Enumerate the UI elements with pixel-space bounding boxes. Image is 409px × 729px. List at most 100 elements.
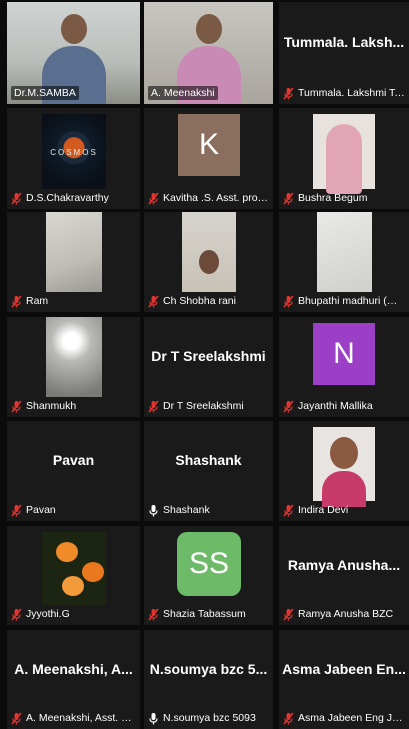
avatar-jayanthi: N xyxy=(313,323,375,385)
participant-name-bar: Dr.M.SAMBA xyxy=(11,85,136,101)
participant-name: Tummala. Lakshmi Tej... xyxy=(298,87,405,99)
participant-name: Pavan xyxy=(26,504,56,516)
participant-name: Kavitha .S. Asst. prof. P... xyxy=(163,192,269,204)
mic-muted-icon xyxy=(148,294,163,308)
participant-name: Shanmukh xyxy=(26,400,77,412)
participant-name: Asma Jabeen Eng JJ T... xyxy=(298,712,405,724)
participant-video xyxy=(46,317,102,397)
participant-tile-shanmukh[interactable]: Shanmukh xyxy=(7,317,140,417)
mic-muted-icon xyxy=(11,294,26,308)
participant-name: Ch Shobha rani xyxy=(163,295,236,307)
participant-name: Jayanthi Mallika xyxy=(298,400,373,412)
participant-tile-kavitha[interactable]: K Kavitha .S. Asst. prof. P... xyxy=(144,108,273,209)
participant-tile-chakravarthy[interactable]: COSMOS D.S.Chakravarthy xyxy=(7,108,140,209)
participant-big-name: Tummala. Laksh... xyxy=(283,34,405,50)
participant-name-bar: Shanmukh xyxy=(11,398,136,414)
mic-muted-icon xyxy=(283,191,298,205)
person-head xyxy=(326,124,362,194)
participant-name: Bhupathi madhuri (Ms... xyxy=(298,295,405,307)
participant-tile-soumya[interactable]: N.soumya bzc 5... N.soumya bzc 5093 xyxy=(144,630,273,729)
participant-tile-asma[interactable]: Asma Jabeen En... Asma Jabeen Eng JJ T... xyxy=(279,630,409,729)
participant-name: Indira Devi xyxy=(298,504,349,516)
mic-muted-icon xyxy=(283,503,298,517)
profile-picture: COSMOS xyxy=(42,114,106,189)
mic-muted-icon xyxy=(283,399,298,413)
participant-name: N.soumya bzc 5093 xyxy=(163,712,256,724)
participant-name: Shazia Tabassum xyxy=(163,608,246,620)
participant-tile-meenakshi1[interactable]: A. Meenakshi xyxy=(144,2,273,104)
participant-name: A. Meenakshi, Asst. Pro... xyxy=(26,712,136,724)
participant-tile-bhupathi[interactable]: Bhupathi madhuri (Ms... xyxy=(279,212,409,312)
mic-muted-icon xyxy=(11,503,26,517)
flower-shape xyxy=(56,542,78,562)
avatar-initials: N xyxy=(333,337,355,370)
participant-name: Bushra Begum xyxy=(298,192,368,204)
participant-name-bar: Pavan xyxy=(11,502,136,518)
participant-tile-pavan[interactable]: Pavan Pavan xyxy=(7,421,140,521)
participant-tile-jyyothi[interactable]: Jyyothi.G xyxy=(7,526,140,625)
mic-muted-icon xyxy=(283,607,298,621)
profile-picture xyxy=(313,427,375,507)
participant-name-bar: Asma Jabeen Eng JJ T... xyxy=(283,710,405,726)
participant-name-bar: Jayanthi Mallika xyxy=(283,398,405,414)
participant-name: Dr.M.SAMBA xyxy=(11,86,79,100)
participant-tile-jayanthi[interactable]: N Jayanthi Mallika xyxy=(279,317,409,417)
participant-name: Ram xyxy=(26,295,49,307)
mic-muted-icon xyxy=(148,399,163,413)
participant-tile-sreelakshmi[interactable]: Dr T Sreelakshmi Dr T Sreelakshmi xyxy=(144,317,273,417)
person-head xyxy=(60,14,87,44)
participant-name: Shashank xyxy=(163,504,210,516)
participant-name-bar: Jyyothi.G xyxy=(11,606,136,622)
participant-tile-meenakshi2[interactable]: A. Meenakshi, A... A. Meenakshi, Asst. Pr… xyxy=(7,630,140,729)
participant-tile-shashank[interactable]: Shashank Shashank xyxy=(144,421,273,521)
mic-muted-icon xyxy=(11,399,26,413)
participant-tile-samba[interactable]: Dr.M.SAMBA xyxy=(7,2,140,104)
avatar-kavitha: K xyxy=(178,114,240,176)
participant-name-bar: Indira Devi xyxy=(283,502,405,518)
mic-muted-icon xyxy=(283,86,298,100)
gallery-grid: Dr.M.SAMBA A. Meenakshi Tummala. Laksh... T… xyxy=(0,0,409,729)
mic-muted-icon xyxy=(283,711,298,725)
avatar-initials: K xyxy=(198,128,219,161)
mic-icon xyxy=(148,712,163,725)
person-head xyxy=(198,250,219,274)
participant-big-name: Dr T Sreelakshmi xyxy=(151,348,266,364)
mic-muted-icon xyxy=(11,711,26,725)
participant-big-name: Shashank xyxy=(175,452,242,468)
participant-tile-indira[interactable]: Indira Devi xyxy=(279,421,409,521)
participant-big-name: N.soumya bzc 5... xyxy=(149,660,268,677)
participant-name: Dr T Sreelakshmi xyxy=(163,400,244,412)
picture-caption: COSMOS xyxy=(50,147,98,157)
participant-name: Ramya Anusha BZC xyxy=(298,608,394,620)
flower-shape xyxy=(62,576,84,596)
participant-tile-shazia[interactable]: SS Shazia Tabassum xyxy=(144,526,273,625)
person-shape xyxy=(330,437,358,469)
participant-name-bar: N.soumya bzc 5093 xyxy=(148,710,269,726)
participant-name-bar: D.S.Chakravarthy xyxy=(11,190,136,206)
person-head xyxy=(195,14,222,44)
participant-name-bar: Kavitha .S. Asst. prof. P... xyxy=(148,190,269,206)
participant-tile-ramya[interactable]: Ramya Anusha... Ramya Anusha BZC xyxy=(279,526,409,625)
participant-big-name: Ramya Anusha... xyxy=(287,556,401,573)
mic-icon xyxy=(148,504,163,517)
participant-name-bar: Shazia Tabassum xyxy=(148,606,269,622)
avatar-shazia: SS xyxy=(177,532,241,596)
participant-tile-ram[interactable]: Ram xyxy=(7,212,140,312)
participant-big-name: Pavan xyxy=(52,452,95,468)
participant-name-bar: Dr T Sreelakshmi xyxy=(148,398,269,414)
profile-picture xyxy=(42,532,106,605)
participant-name-bar: Ch Shobha rani xyxy=(148,293,269,309)
mic-muted-icon xyxy=(148,191,163,205)
mic-muted-icon xyxy=(283,294,298,308)
participant-name-bar: Shashank xyxy=(148,502,269,518)
participant-name-bar: Bushra Begum xyxy=(283,190,405,206)
participant-video xyxy=(46,212,102,292)
participant-video xyxy=(317,212,372,292)
participant-tile-tummala[interactable]: Tummala. Laksh... Tummala. Lakshmi Tej... xyxy=(279,2,409,104)
participant-tile-bushra[interactable]: Bushra Begum xyxy=(279,108,409,209)
participant-name: A. Meenakshi xyxy=(148,86,218,100)
participant-name-bar: Ram xyxy=(11,293,136,309)
participant-tile-shobha[interactable]: Ch Shobha rani xyxy=(144,212,273,312)
profile-picture xyxy=(313,114,375,194)
participant-name-bar: Tummala. Lakshmi Tej... xyxy=(283,85,405,101)
